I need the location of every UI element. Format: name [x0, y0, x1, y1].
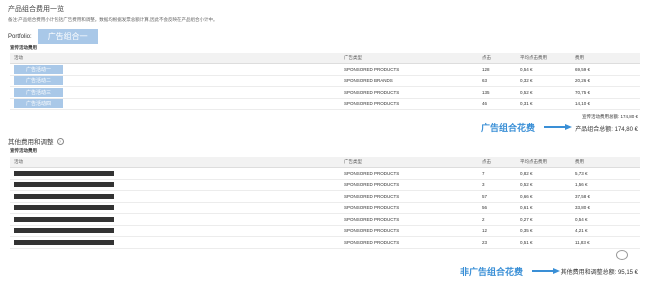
clicks-cell: 23	[478, 236, 516, 249]
portfolio-row: Portfolio: 广告组合一	[8, 29, 98, 44]
column-header: 广告类型	[340, 157, 478, 168]
clicks-cell: 3	[478, 179, 516, 191]
table-row: 广告活动一 SPONSORED PRODUCTS 128 0,54 € 69,5…	[10, 63, 640, 76]
cost-cell: 1,56 €	[571, 179, 640, 191]
clicks-cell: 12	[478, 225, 516, 237]
ad-type-cell: SPONSORED PRODUCTS	[340, 225, 478, 237]
section1-table: 活动 广告类型 点击 平均点击费用 费用 广告活动一 SPONSORED PRO…	[10, 53, 640, 110]
table-row: SPONSORED PRODUCTS 3 0,52 € 1,56 €	[10, 179, 640, 191]
wechat-icon	[616, 250, 628, 260]
cpc-cell: 0,61 €	[516, 202, 571, 214]
cpc-cell: 0,82 €	[516, 167, 571, 180]
column-header: 活动	[10, 53, 340, 64]
cost-cell: 14,10 €	[571, 98, 640, 110]
section1-subtotal: 宣传活动费用总额: 174,80 €	[581, 114, 638, 119]
section1-total: 产品组合总额: 174,80 €	[575, 127, 638, 133]
column-header: 费用	[571, 157, 640, 168]
table-row: SPONSORED PRODUCTS 7 0,82 € 5,73 €	[10, 167, 640, 180]
column-header: 广告类型	[340, 53, 478, 64]
clicks-cell: 135	[478, 86, 516, 99]
redacted-campaign	[14, 205, 114, 211]
table-row: SPONSORED PRODUCTS 56 0,61 € 33,80 €	[10, 202, 640, 214]
cost-cell: 33,80 €	[571, 202, 640, 214]
ad-type-cell: SPONSORED BRANDS	[340, 75, 478, 87]
ad-type-cell: SPONSORED PRODUCTS	[340, 236, 478, 249]
column-header: 平均点击费用	[516, 53, 571, 64]
ad-type-cell: SPONSORED PRODUCTS	[340, 213, 478, 226]
ad-type-cell: SPONSORED PRODUCTS	[340, 86, 478, 99]
redacted-campaign	[14, 216, 114, 222]
clicks-cell: 56	[478, 202, 516, 214]
campaign-name[interactable]: 广告活动一	[14, 64, 64, 74]
ad-type-cell: SPONSORED PRODUCTS	[340, 63, 478, 76]
campaign-name[interactable]: 广告活动三	[14, 87, 64, 97]
table-row: SPONSORED PRODUCTS 57 0,66 € 37,58 €	[10, 190, 640, 203]
clicks-cell: 7	[478, 167, 516, 180]
table-row: SPONSORED PRODUCTS 12 0,35 € 4,21 €	[10, 225, 640, 237]
page-note: 备注:产品组合费用小计包括广告费用和调整。数据均根据发票总额计算,因此不会反映在…	[8, 17, 218, 22]
page-title: 产品组合费用一览	[8, 6, 64, 13]
column-header: 点击	[478, 53, 516, 64]
table-row: 广告活动三 SPONSORED PRODUCTS 135 0,52 € 70,7…	[10, 86, 640, 99]
campaign-name[interactable]: 广告活动二	[14, 76, 64, 86]
column-header: 活动	[10, 157, 340, 168]
arrow-right-icon	[532, 268, 560, 274]
section2-annotation: 非广告组合花费	[460, 267, 524, 277]
column-header: 费用	[571, 53, 640, 64]
ad-type-cell: SPONSORED PRODUCTS	[340, 98, 478, 110]
cpc-cell: 0,31 €	[516, 98, 571, 110]
clicks-cell: 46	[478, 98, 516, 110]
cost-cell: 20,26 €	[571, 75, 640, 87]
cost-cell: 69,59 €	[571, 63, 640, 76]
cost-cell: 5,73 €	[571, 167, 640, 180]
ad-type-cell: SPONSORED PRODUCTS	[340, 167, 478, 180]
cost-cell: 70,75 €	[571, 86, 640, 99]
redacted-campaign	[14, 228, 114, 234]
table-row: 广告活动二 SPONSORED BRANDS 63 0,32 € 20,26 €	[10, 75, 640, 87]
cpc-cell: 0,52 €	[516, 86, 571, 99]
section2-label: 宣传活动费用	[10, 148, 37, 153]
table-row: SPONSORED PRODUCTS 2 0,27 € 0,54 €	[10, 213, 640, 226]
redacted-campaign	[14, 170, 114, 176]
portfolio-name: 广告组合一	[37, 29, 98, 44]
clicks-cell: 57	[478, 190, 516, 203]
ad-type-cell: SPONSORED PRODUCTS	[340, 190, 478, 203]
cost-cell: 37,58 €	[571, 190, 640, 203]
cost-cell: 4,21 €	[571, 225, 640, 237]
table-header-row: 活动 广告类型 点击 平均点击费用 费用	[10, 157, 640, 168]
arrow-right-icon	[544, 124, 572, 130]
section1-label: 宣传活动费用	[10, 45, 37, 50]
cost-cell: 11,83 €	[571, 236, 640, 249]
clicks-cell: 2	[478, 213, 516, 226]
redacted-campaign	[14, 239, 114, 245]
clicks-cell: 128	[478, 63, 516, 76]
section2-table: 活动 广告类型 点击 平均点击费用 费用 SPONSORED PRODUCTS …	[10, 157, 640, 249]
portfolio-label: Portfolio:	[8, 33, 32, 40]
ad-type-cell: SPONSORED PRODUCTS	[340, 202, 478, 214]
help-circle-icon[interactable]: ?	[56, 137, 64, 145]
watermark	[616, 250, 628, 260]
section2-total: 其他费用和调整总额: 95,15 €	[560, 270, 638, 276]
cpc-cell: 0,66 €	[516, 190, 571, 203]
section2-title-row: 其他费用和调整 ?	[8, 136, 64, 146]
cost-cell: 0,54 €	[571, 213, 640, 226]
cpc-cell: 0,27 €	[516, 213, 571, 226]
column-header: 平均点击费用	[516, 157, 571, 168]
table-row: SPONSORED PRODUCTS 23 0,51 € 11,83 €	[10, 236, 640, 249]
campaign-name[interactable]: 广告活动四	[14, 99, 64, 109]
clicks-cell: 63	[478, 75, 516, 87]
section1-annotation: 广告组合花费	[481, 123, 536, 133]
cpc-cell: 0,54 €	[516, 63, 571, 76]
cpc-cell: 0,32 €	[516, 75, 571, 87]
cpc-cell: 0,35 €	[516, 225, 571, 237]
redacted-campaign	[14, 193, 114, 199]
ad-type-cell: SPONSORED PRODUCTS	[340, 179, 478, 191]
table-header-row: 活动 广告类型 点击 平均点击费用 费用	[10, 53, 640, 64]
cpc-cell: 0,51 €	[516, 236, 571, 249]
section2-title: 其他费用和调整	[8, 139, 54, 146]
redacted-campaign	[14, 182, 114, 188]
table-row: 广告活动四 SPONSORED PRODUCTS 46 0,31 € 14,10…	[10, 98, 640, 110]
cpc-cell: 0,52 €	[516, 179, 571, 191]
column-header: 点击	[478, 157, 516, 168]
